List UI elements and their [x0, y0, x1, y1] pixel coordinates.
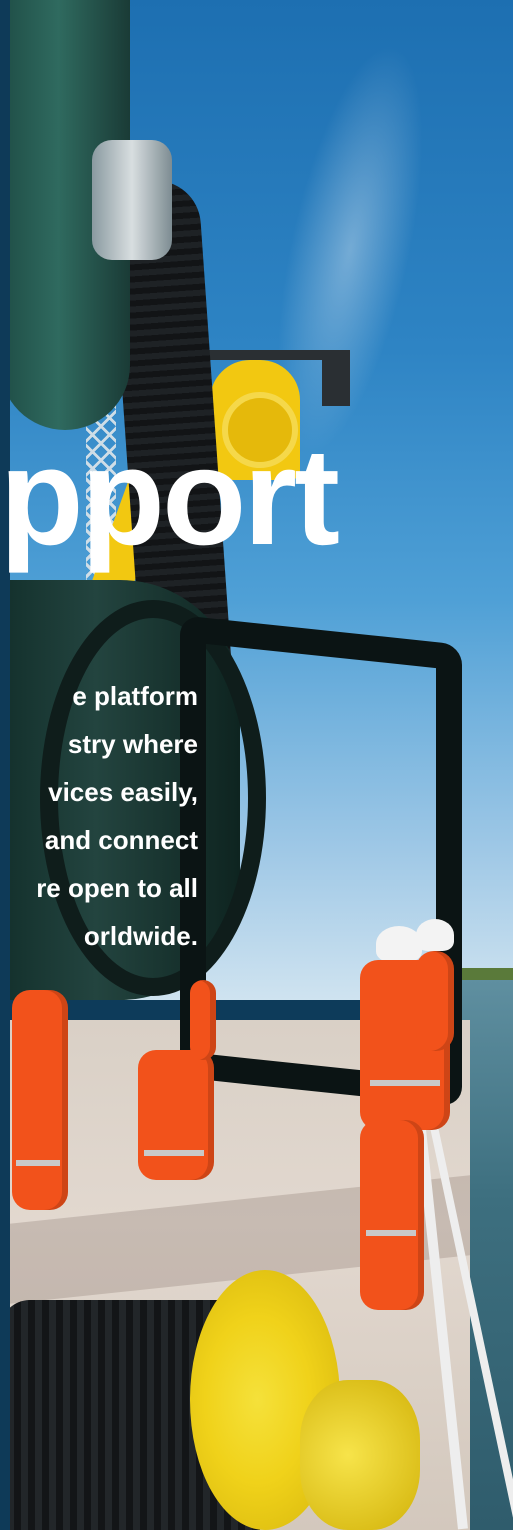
description-line: orldwide. — [83, 921, 198, 951]
reel-hub — [300, 1380, 420, 1530]
pipe-wrap — [92, 140, 172, 260]
hero-heading-text: pport — [0, 420, 340, 574]
worker-left — [8, 980, 78, 1220]
crane-block — [322, 358, 350, 406]
hero-description: e platform stry where vices easily, and … — [0, 680, 220, 970]
description-line: re open to all — [36, 873, 198, 903]
hero-heading: pport — [0, 420, 513, 580]
description-line: stry where — [67, 729, 198, 759]
worker-right-back — [410, 915, 460, 1055]
hero-section: pport e platform stry where vices easily… — [0, 0, 513, 1530]
description-line: e platform — [72, 681, 198, 711]
worker-center — [134, 980, 244, 1200]
description-line: vices easily, — [48, 777, 198, 807]
description-line: and connect — [44, 825, 198, 855]
